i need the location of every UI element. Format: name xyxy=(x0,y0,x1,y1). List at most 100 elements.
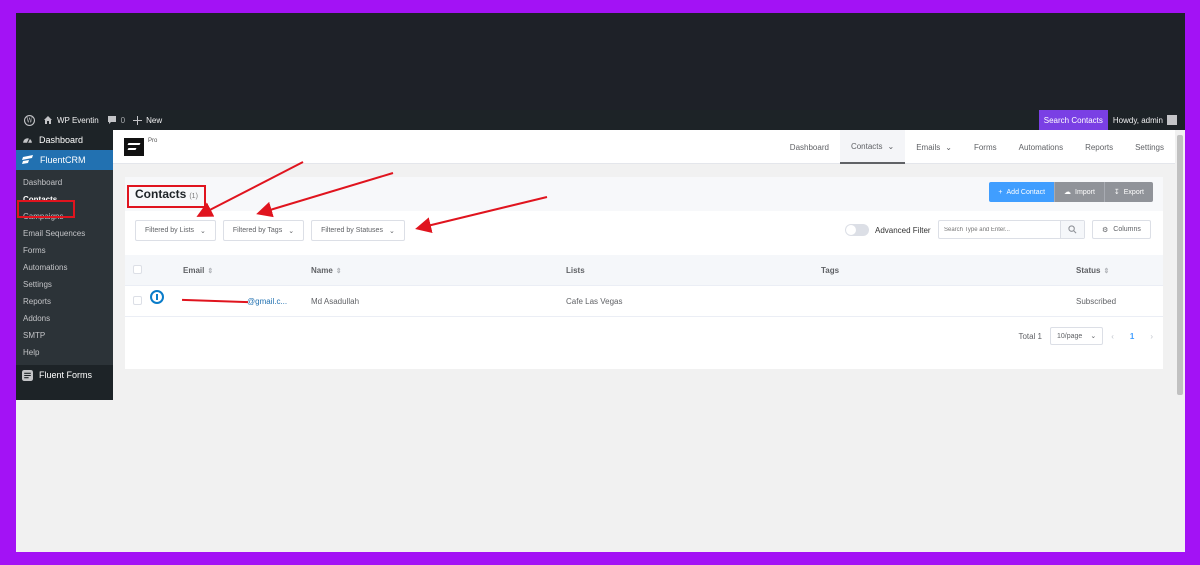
sidebar-item-dashboard[interactable]: Dashboard xyxy=(16,130,113,150)
site-name: WP Eventin xyxy=(57,115,99,125)
sidebar-item-label: FluentCRM xyxy=(40,155,86,165)
chevron-down-icon: ⌄ xyxy=(200,227,206,235)
submenu-item-dashboard[interactable]: Dashboard xyxy=(16,174,113,191)
tab-contacts[interactable]: Contacts ⌄ xyxy=(839,130,906,164)
page-number[interactable]: 1 xyxy=(1122,332,1142,341)
column-header-email[interactable]: Email ⇕ xyxy=(183,266,311,275)
admin-bar-right: Search Contacts Howdy, admin xyxy=(1038,110,1185,130)
chevron-down-icon: ⌄ xyxy=(887,141,895,151)
sidebar-item-label: Dashboard xyxy=(39,135,84,145)
filter-lists-dropdown[interactable]: Filtered by Lists ⌄ xyxy=(135,220,216,241)
filter-tags-dropdown[interactable]: Filtered by Tags ⌄ xyxy=(222,220,305,241)
pagination: Total 1 10/page ⌄ ‹ 1 › xyxy=(1018,327,1153,345)
column-header-tags: Tags xyxy=(821,265,840,275)
contact-lists: Cafe Las Vegas xyxy=(566,296,623,306)
contact-avatar-icon[interactable] xyxy=(150,289,164,304)
avatar xyxy=(1167,115,1177,125)
svg-text:W: W xyxy=(26,117,33,124)
filter-bar: Filtered by Lists ⌄ Filtered by Tags ⌄ F… xyxy=(135,220,405,241)
search-icon xyxy=(1068,225,1077,234)
per-page-select[interactable]: 10/page ⌄ xyxy=(1050,327,1104,345)
filter-statuses-dropdown[interactable]: Filtered by Statuses ⌄ xyxy=(311,220,405,241)
chevron-down-icon: ⌄ xyxy=(388,227,395,235)
download-icon: ↧ xyxy=(1113,189,1120,196)
columns-button[interactable]: ⚙ Columns xyxy=(1092,220,1151,239)
column-header-status[interactable]: Status ⇕ xyxy=(1076,266,1163,275)
fluentcrm-icon xyxy=(22,155,33,164)
table-header: Email ⇕ Name ⇕ Lists Tags Status ⇕ xyxy=(125,255,1163,286)
sidebar-item-label: Fluent Forms xyxy=(39,370,93,380)
account-menu[interactable]: Howdy, admin xyxy=(1113,115,1185,125)
main-content: Pro Dashboard Contacts ⌄ Emails ⌄ Forms Au… xyxy=(113,130,1175,552)
tab-label: Emails xyxy=(916,142,941,152)
submenu-item-settings[interactable]: Settings xyxy=(16,276,113,293)
add-contact-button[interactable]: + Add Contact xyxy=(989,182,1055,202)
select-all-checkbox[interactable] xyxy=(133,264,142,274)
tab-forms[interactable]: Forms xyxy=(963,130,1008,164)
comments-link[interactable]: 0 xyxy=(107,115,125,125)
fluent-forms-icon xyxy=(22,369,33,381)
submenu-item-reports[interactable]: Reports xyxy=(16,293,113,310)
tab-dashboard[interactable]: Dashboard xyxy=(779,130,840,164)
new-label: New xyxy=(146,115,163,125)
sidebar-item-fluentcrm[interactable]: FluentCRM xyxy=(16,150,113,170)
tab-label: Dashboard xyxy=(789,142,829,152)
submenu-item-help[interactable]: Help xyxy=(16,344,113,361)
admin-bar: W WP Eventin 0 New Search Contacts Howdy… xyxy=(16,110,1185,130)
wordpress-logo-icon[interactable]: W xyxy=(24,114,35,126)
submenu-item-smtp[interactable]: SMTP xyxy=(16,327,113,344)
row-checkbox[interactable] xyxy=(133,295,142,305)
search-button[interactable] xyxy=(1060,221,1084,238)
fluentcrm-logo-icon[interactable] xyxy=(124,138,144,156)
submenu-item-forms[interactable]: Forms xyxy=(16,242,113,259)
header-actions: + Add Contact ☁ Import ↧ Export xyxy=(989,182,1153,202)
home-icon xyxy=(44,116,52,124)
search-box xyxy=(938,220,1085,239)
tab-label: Settings xyxy=(1135,142,1164,152)
gear-icon: ⚙ xyxy=(1102,226,1109,234)
tab-settings[interactable]: Settings xyxy=(1124,130,1175,164)
page-scrollbar[interactable] xyxy=(1175,130,1185,400)
tab-reports[interactable]: Reports xyxy=(1074,130,1124,164)
column-header-name[interactable]: Name ⇕ xyxy=(311,266,566,275)
advanced-filter-toggle[interactable] xyxy=(845,224,869,236)
next-page-icon[interactable]: › xyxy=(1150,332,1153,341)
pro-badge: Pro xyxy=(148,138,158,144)
comment-icon xyxy=(107,116,116,124)
columns-label: Columns xyxy=(1113,226,1141,233)
dashboard-icon xyxy=(23,137,32,143)
per-page-value: 10/page xyxy=(1057,332,1083,340)
search-contacts-button[interactable]: Search Contacts xyxy=(1038,110,1108,130)
tab-label: Reports xyxy=(1085,142,1114,152)
import-button[interactable]: ☁ Import xyxy=(1054,182,1104,202)
export-button[interactable]: ↧ Export xyxy=(1103,182,1153,202)
contact-status: Subscribed xyxy=(1076,296,1117,306)
submenu-item-addons[interactable]: Addons xyxy=(16,310,113,327)
header-label: Status xyxy=(1076,265,1101,275)
annotation-box-contacts-menu xyxy=(17,200,75,218)
filter-label: Filtered by Lists xyxy=(145,227,195,234)
tab-emails[interactable]: Emails ⌄ xyxy=(905,130,963,164)
sidebar-item-fluent-forms[interactable]: Fluent Forms xyxy=(16,365,113,385)
site-link[interactable]: WP Eventin xyxy=(43,115,99,125)
add-contact-label: Add Contact xyxy=(1006,188,1046,196)
search-input[interactable] xyxy=(939,221,1060,238)
tab-automations[interactable]: Automations xyxy=(1008,130,1074,164)
comments-count: 0 xyxy=(120,115,126,125)
scrollbar-thumb[interactable] xyxy=(1177,135,1183,395)
filter-label: Filtered by Tags xyxy=(232,227,283,234)
top-dark-area xyxy=(16,13,1185,110)
contacts-header: Contacts (1) + Add Contact ☁ Import ↧ Exp… xyxy=(125,177,1163,211)
header-label: Name xyxy=(311,265,333,275)
sort-icon[interactable]: ⇕ xyxy=(1103,268,1109,275)
sort-icon[interactable]: ⇕ xyxy=(336,268,342,275)
export-label: Export xyxy=(1123,188,1144,196)
tab-label: Forms xyxy=(973,142,997,152)
prev-page-icon[interactable]: ‹ xyxy=(1111,332,1114,341)
submenu-item-automations[interactable]: Automations xyxy=(16,259,113,276)
total-count: Total 1 xyxy=(1018,331,1043,341)
new-content-link[interactable]: New xyxy=(133,115,163,125)
submenu-item-email-sequences[interactable]: Email Sequences xyxy=(16,225,113,242)
table-row[interactable]: @gmail.c... Md Asadullah Cafe Las Vegas … xyxy=(125,286,1163,317)
sort-icon[interactable]: ⇕ xyxy=(207,268,213,275)
